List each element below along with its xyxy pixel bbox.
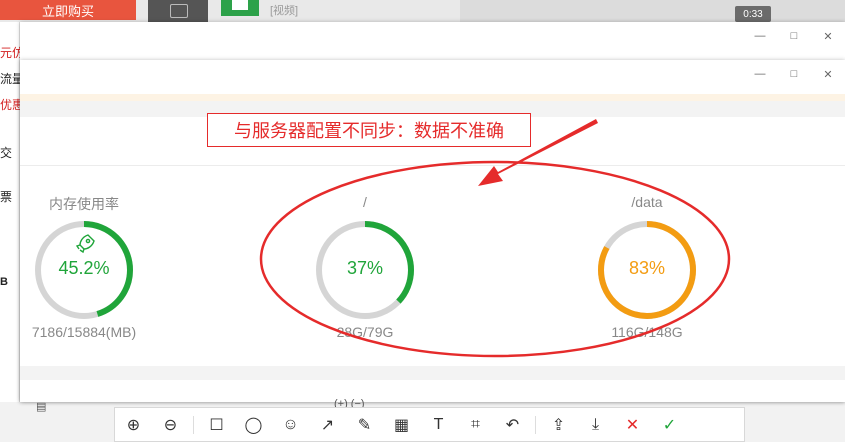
notice-stripe (20, 94, 845, 101)
left-text-1: 元仿 (0, 46, 20, 60)
outer-maximize-button[interactable]: □ (777, 26, 811, 46)
toolbar-separator (193, 415, 194, 434)
text-icon[interactable]: T (420, 408, 457, 441)
arrow-icon[interactable]: ↗ (309, 408, 346, 441)
gauge-memory-label: 内存使用率 (49, 196, 119, 212)
inner-maximize-button[interactable]: □ (777, 64, 811, 84)
zoom-out-icon[interactable]: ⊖ (152, 408, 189, 441)
pen-icon[interactable]: ✎ (346, 408, 383, 441)
left-text-4: 交 (0, 146, 13, 160)
toolbar-separator (535, 415, 536, 434)
left-text-2: 流量 (0, 72, 20, 86)
outer-close-button[interactable]: ✕ (811, 26, 845, 46)
outer-minimize-button[interactable]: — (743, 26, 777, 46)
video-tag: [视频] (270, 5, 299, 17)
gauge-memory-foot: 7186/15884(MB) (31, 324, 137, 340)
gauge-root-foot: 28G/79G (336, 324, 394, 340)
mosaic-icon[interactable]: ▦ (383, 408, 420, 441)
gauge-data-foot: 116G/148G (611, 324, 683, 340)
grid-icon: ▤ (36, 401, 47, 413)
gauge-root-value: 37% (346, 258, 384, 278)
share-icon[interactable]: ⇪ (540, 408, 577, 441)
undo-icon[interactable]: ↶ (494, 408, 531, 441)
buy-now-button[interactable]: 立即购买 (0, 0, 136, 20)
gauge-data-label: /data (631, 194, 663, 210)
inner-dialog: — □ ✕ (20, 60, 845, 402)
rectangle-icon[interactable]: ☐ (198, 408, 235, 441)
emoji-icon[interactable]: ☺ (272, 408, 309, 441)
left-text-6: B (0, 276, 8, 288)
ellipse-icon[interactable]: ◯ (235, 408, 272, 441)
annotation-text: 与服务器配置不同步：数据不准确 (207, 113, 531, 147)
inner-minimize-button[interactable]: — (743, 64, 777, 84)
inner-close-button[interactable]: ✕ (811, 64, 845, 84)
confirm-icon[interactable]: ✓ (651, 408, 688, 441)
cancel-icon[interactable]: ✕ (614, 408, 651, 441)
left-text-3: 优惠 (0, 98, 20, 112)
screenshot-toolbar: ⊕ ⊖ ☐ ◯ ☺ ↗ ✎ ▦ T ⌗ ↶ ⇪ ⤓ ✕ ✓ (114, 407, 745, 442)
rocket-icon (75, 234, 95, 254)
inner-titlebar: — □ ✕ (20, 60, 845, 94)
left-text-5: 票 (0, 190, 13, 204)
crop-icon[interactable]: ⌗ (457, 408, 494, 441)
zoom-in-icon[interactable]: ⊕ (115, 408, 152, 441)
background-left-strip: 元仿 流量 优惠 交 票 B (0, 22, 20, 402)
background-green-tile-inner (232, 0, 248, 10)
gauge-root-label: / (363, 194, 367, 210)
video-time: 0:33 (735, 6, 771, 22)
gauge-memory-value: 45.2% (58, 258, 110, 278)
download-icon[interactable]: ⤓ (577, 408, 614, 441)
background-gray-block (460, 0, 845, 22)
footer-divider (20, 366, 845, 380)
inner-window-controls: — □ ✕ (743, 64, 845, 84)
folder-icon (170, 4, 188, 18)
gauge-data-value: 83% (628, 258, 666, 278)
outer-window-controls: — □ ✕ (743, 26, 845, 46)
header-line (20, 165, 845, 166)
